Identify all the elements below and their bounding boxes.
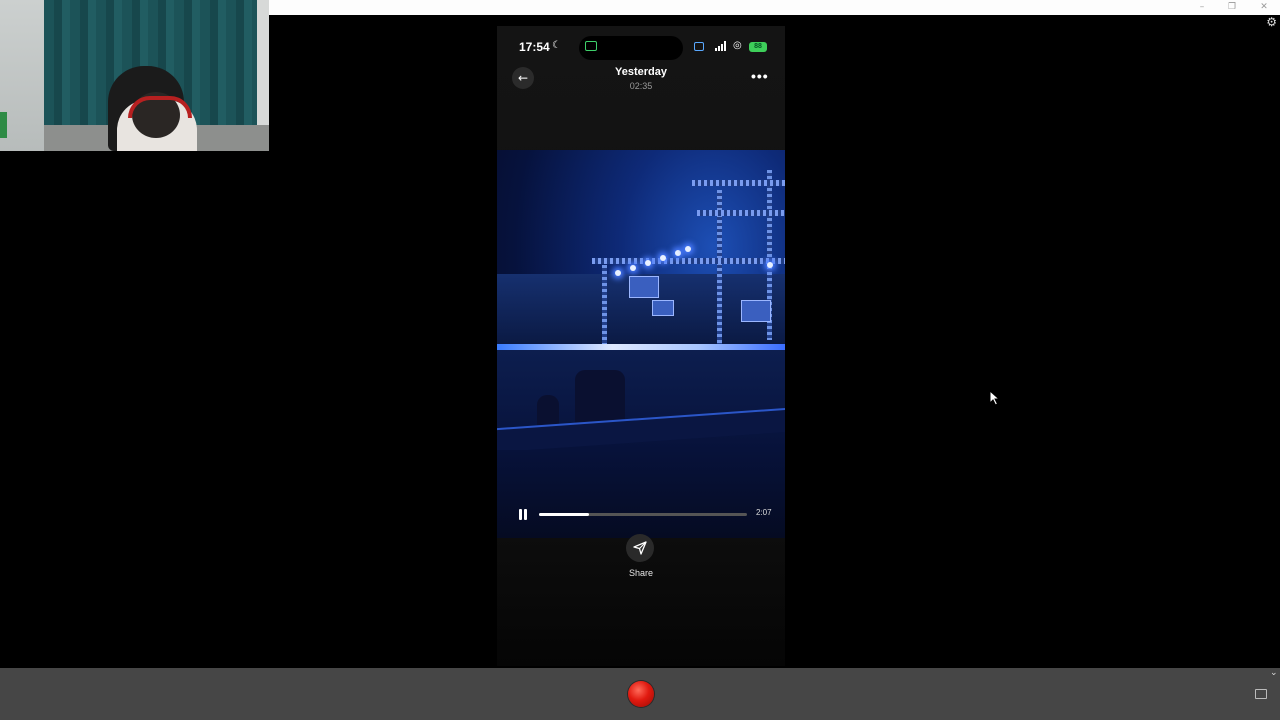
stage-light — [767, 262, 773, 268]
video-progress-fill — [539, 513, 589, 516]
more-options-button[interactable]: ••• — [751, 68, 769, 84]
video-progress-bar[interactable] — [539, 513, 747, 516]
media-time-subtitle: 02:35 — [629, 81, 653, 91]
window-title-bar: – ❐ ✕ — [269, 0, 1280, 15]
stage-light — [685, 246, 691, 252]
arena-screen — [741, 300, 771, 322]
send-icon — [633, 541, 647, 555]
stage-light — [675, 250, 681, 256]
folder-icon[interactable] — [1255, 689, 1267, 699]
minimize-button[interactable]: – — [1187, 0, 1217, 15]
video-truss — [697, 210, 785, 216]
arena-screen — [629, 276, 659, 298]
media-date-title: Yesterday — [615, 66, 667, 78]
dynamic-island — [579, 36, 683, 60]
stage-light — [615, 270, 621, 276]
screen-mirroring-icon — [585, 41, 597, 51]
mouse-cursor-icon — [989, 390, 1000, 406]
video-truss — [592, 258, 785, 264]
stage-light — [645, 260, 651, 266]
video-truss — [602, 265, 607, 345]
screen-mirroring-icon — [694, 42, 704, 51]
chevron-down-icon[interactable]: ⌄ — [1270, 668, 1278, 678]
video-truss — [692, 180, 785, 186]
arena-screen — [652, 300, 674, 316]
video-frame[interactable] — [497, 150, 785, 538]
video-foreground — [497, 450, 785, 538]
stage-light — [660, 255, 666, 261]
hotspot-icon: ◎ — [733, 40, 742, 51]
video-duration: 2:07 — [756, 508, 772, 517]
share-button[interactable] — [626, 534, 654, 562]
stage-light — [630, 265, 636, 271]
spectator-silhouette — [537, 395, 559, 425]
settings-gear-icon[interactable]: ⚙ — [1266, 15, 1277, 29]
record-button[interactable] — [628, 681, 654, 707]
pause-button[interactable] — [519, 509, 529, 520]
restore-button[interactable]: ❐ — [1217, 0, 1247, 15]
share-label: Share — [628, 568, 654, 578]
battery-icon: 88 — [749, 42, 767, 52]
status-time: 17:54 — [519, 40, 550, 54]
moon-icon: ☾ — [552, 40, 561, 51]
recorder-toolbar: ⌄ — [0, 668, 1280, 720]
cellular-signal-icon — [715, 41, 727, 51]
close-button[interactable]: ✕ — [1249, 0, 1279, 15]
phone-screen-mirror: 17:54 ☾ ◎ 88 ← Yesterday 02:35 ••• 2:07 … — [497, 26, 785, 666]
webcam-overlay — [0, 0, 269, 151]
